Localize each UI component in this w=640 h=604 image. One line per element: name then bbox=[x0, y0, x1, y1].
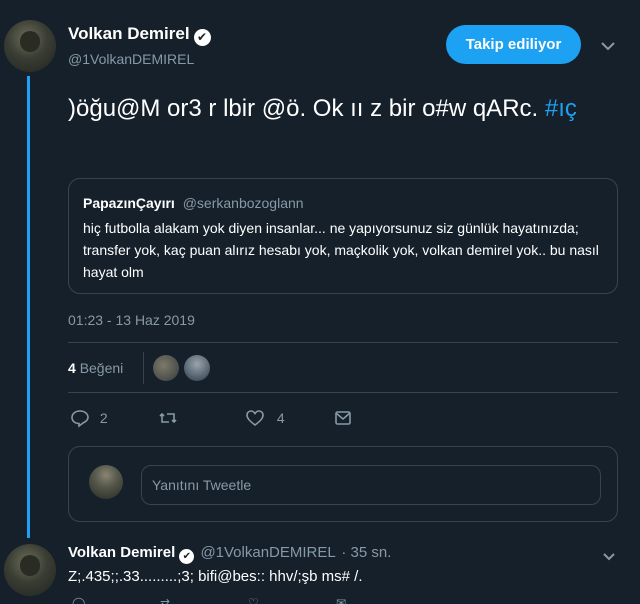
quoted-author-handle: @serkanbozoglann bbox=[182, 195, 304, 211]
liker-avatar[interactable] bbox=[184, 355, 210, 381]
divider bbox=[68, 342, 618, 343]
quoted-author-name: PapazınÇayırı bbox=[83, 195, 175, 211]
author-handle[interactable]: @1VolkanDEMIREL bbox=[68, 51, 194, 67]
message-icon bbox=[333, 410, 353, 426]
reply-header: Volkan Demirel ✔ @1VolkanDEMIREL · 35 sn. bbox=[68, 544, 391, 564]
reply-time[interactable]: · 35 sn. bbox=[341, 544, 391, 561]
likes-number: 4 bbox=[68, 360, 76, 376]
chevron-down-icon[interactable] bbox=[600, 38, 616, 54]
verified-icon: ✔ bbox=[179, 549, 195, 564]
retweet-action[interactable] bbox=[158, 408, 178, 428]
liker-avatar[interactable] bbox=[153, 355, 179, 381]
heart-icon[interactable]: ♡ bbox=[248, 596, 259, 604]
retweet-icon[interactable]: ⇄ bbox=[160, 596, 170, 604]
verified-icon: ✔ bbox=[193, 29, 211, 46]
like-action[interactable]: 4 bbox=[245, 408, 285, 428]
likes-separator bbox=[143, 352, 144, 384]
message-action[interactable] bbox=[333, 408, 353, 428]
reply-author-handle[interactable]: @1VolkanDEMIREL bbox=[200, 544, 335, 561]
quoted-text: hiç futbolla alakam yok diyen insanlar..… bbox=[83, 220, 599, 280]
author-name[interactable]: Volkan Demirel ✔ bbox=[68, 24, 211, 46]
reply-composer bbox=[68, 446, 618, 522]
thread-line bbox=[27, 76, 30, 538]
quoted-tweet[interactable]: PapazınÇayırı @serkanbozoglann hiç futbo… bbox=[68, 178, 618, 294]
tweet-text: )öğu@M or3 r lbir @ö. Ok ıı z bir o#w qA… bbox=[68, 92, 608, 126]
hashtag-link[interactable]: #ıç bbox=[545, 95, 577, 122]
reply-tweet-text: Z;.435;;.33.........;3; bifi@bes:: hhv/;… bbox=[68, 568, 363, 585]
reply-icon bbox=[70, 410, 90, 428]
divider bbox=[68, 392, 618, 393]
reply-action[interactable]: 2 bbox=[70, 408, 108, 428]
author-name-text[interactable]: Volkan Demirel bbox=[68, 24, 190, 43]
retweet-icon bbox=[158, 410, 178, 426]
reply-icon[interactable]: ◯ bbox=[72, 596, 85, 604]
current-user-avatar bbox=[89, 465, 123, 499]
quoted-header: PapazınÇayırı @serkanbozoglann bbox=[83, 195, 304, 211]
message-icon[interactable]: ✉ bbox=[336, 596, 346, 604]
heart-icon bbox=[245, 410, 265, 427]
likes-count[interactable]: 4 Beğeni bbox=[68, 360, 123, 376]
chevron-down-icon[interactable] bbox=[602, 548, 616, 564]
reply-author-avatar[interactable] bbox=[4, 544, 56, 596]
tweet-timestamp[interactable]: 01:23 - 13 Haz 2019 bbox=[68, 312, 195, 328]
author-avatar[interactable] bbox=[4, 20, 56, 72]
reply-input[interactable] bbox=[141, 465, 601, 505]
like-count: 4 bbox=[276, 410, 285, 426]
reply-author-name[interactable]: Volkan Demirel bbox=[68, 544, 175, 561]
following-button[interactable]: Takip ediliyor bbox=[446, 25, 581, 64]
reply-count: 2 bbox=[99, 410, 108, 426]
tweet-body: )öğu@M or3 r lbir @ö. Ok ıı z bir o#w qA… bbox=[68, 95, 539, 122]
likes-label: Beğeni bbox=[79, 360, 124, 376]
